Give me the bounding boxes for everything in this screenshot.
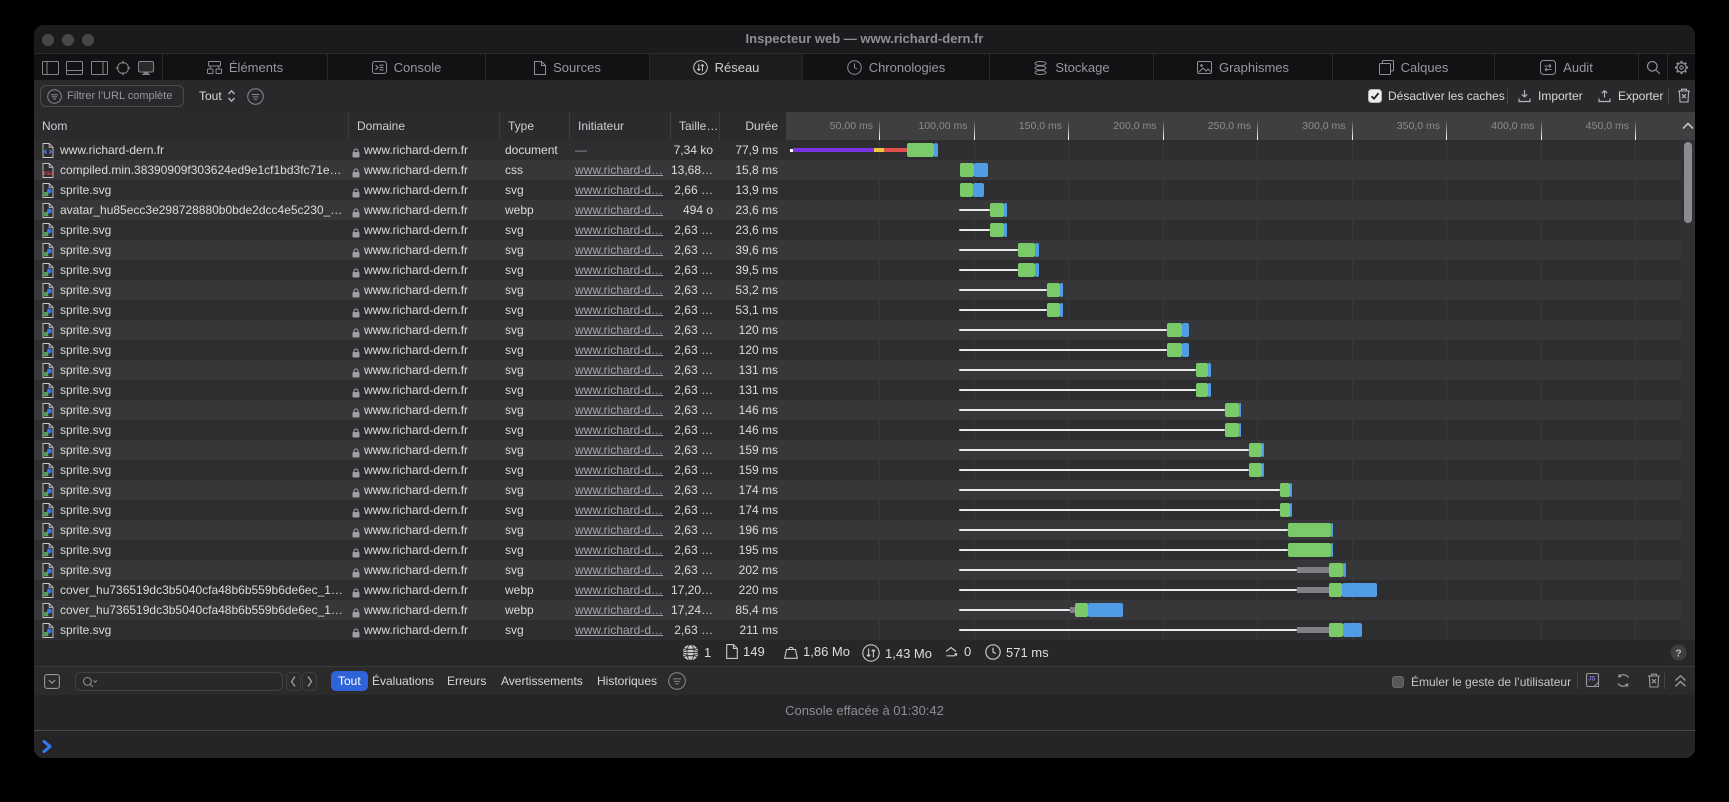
svg-text:JS: JS <box>1588 677 1595 683</box>
svg-text:css: css <box>43 170 54 176</box>
svg-text:?: ? <box>1675 647 1681 659</box>
